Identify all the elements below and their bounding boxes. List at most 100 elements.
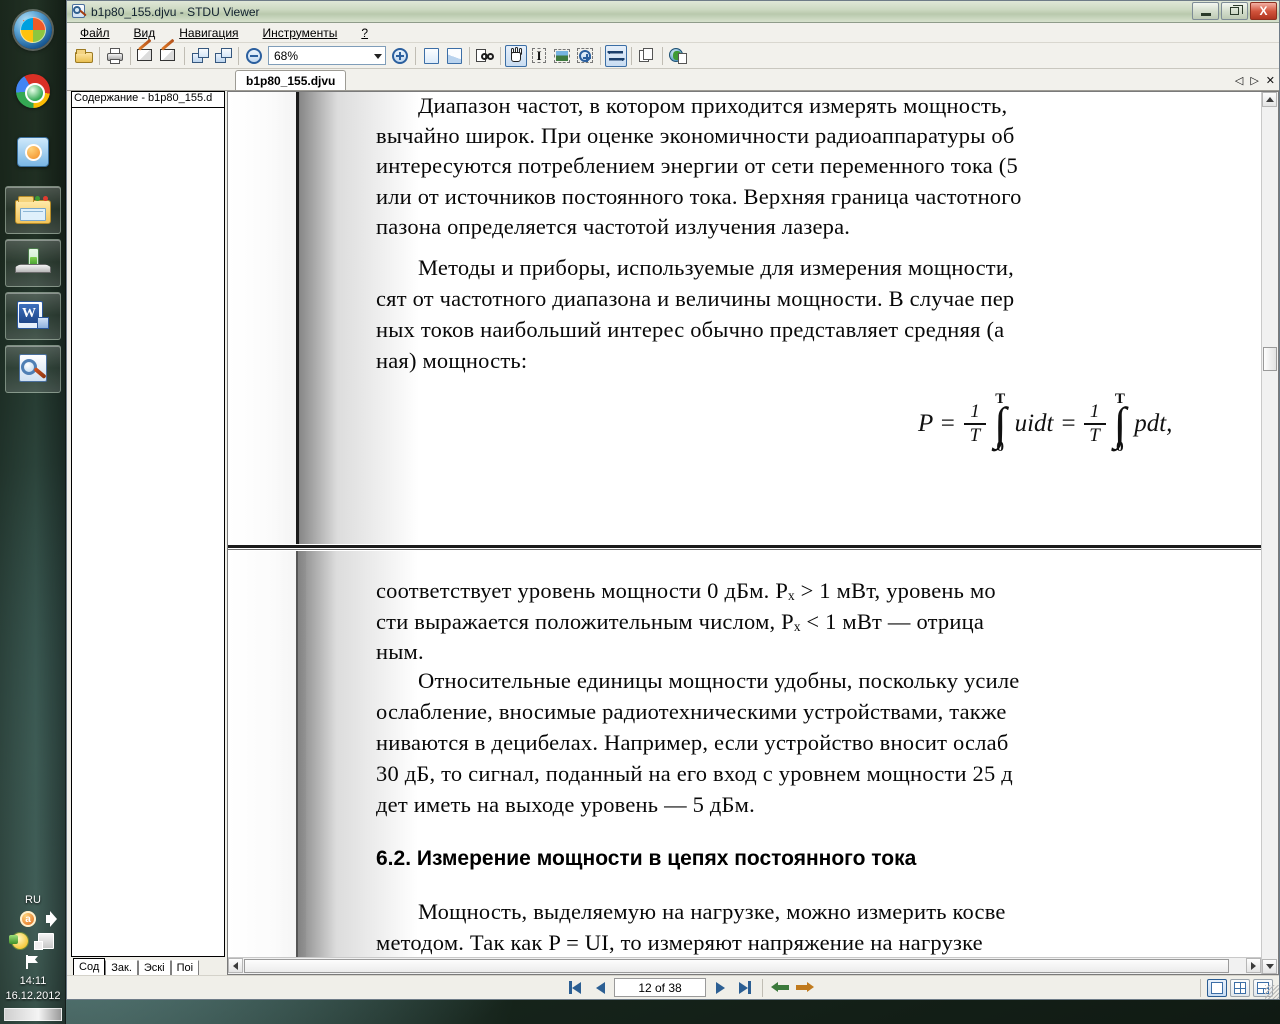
- messenger-icon[interactable]: [9, 933, 28, 949]
- fit-width-button[interactable]: [443, 45, 465, 67]
- taskbar-item-maxthon[interactable]: [0, 60, 66, 122]
- sidebar-contents-panel[interactable]: [71, 107, 225, 957]
- next-page-button[interactable]: [709, 978, 731, 998]
- restore-button[interactable]: [1221, 2, 1248, 20]
- sidebar-tabs: Сод Зак. Эскі Поі: [71, 957, 225, 975]
- taskbar-item-word[interactable]: W: [5, 292, 61, 340]
- start-orb-icon: [14, 11, 52, 49]
- binoculars-search-icon: [476, 48, 494, 63]
- view-split-button[interactable]: [1230, 978, 1250, 997]
- network-icon[interactable]: [34, 933, 54, 950]
- print-button[interactable]: [104, 45, 126, 67]
- first-page-button[interactable]: [564, 978, 586, 998]
- taskbar-item-explorer[interactable]: [5, 186, 61, 234]
- back-button[interactable]: [769, 978, 791, 998]
- rotate-right-icon: [160, 38, 178, 63]
- fit-width-icon: [446, 47, 462, 64]
- start-button[interactable]: [0, 0, 66, 60]
- menu-item-navigation[interactable]: Навигация: [176, 25, 241, 41]
- hand-tool-button[interactable]: [505, 44, 527, 67]
- fit-page-button[interactable]: [420, 45, 442, 67]
- taskbar-item-media-player[interactable]: [0, 122, 66, 182]
- scroll-down-button[interactable]: [1262, 959, 1277, 974]
- system-tray: RU 14:11 16.12.2012: [0, 891, 66, 1024]
- horizontal-scrollbar[interactable]: [228, 957, 1261, 974]
- antivirus-icon[interactable]: [20, 911, 36, 927]
- caret-up-icon: [1265, 97, 1274, 102]
- toolbar-separator: [500, 46, 501, 65]
- integral-sign: ∫: [993, 398, 1007, 449]
- page-indicator[interactable]: 12 of 38: [614, 978, 706, 997]
- app-green-icon: [15, 248, 51, 278]
- formula-integrand-1: uidt: [1014, 409, 1054, 437]
- zoom-select-button[interactable]: [574, 45, 596, 67]
- menu-item-tools[interactable]: Инструменты: [260, 25, 341, 41]
- tray-clock[interactable]: 14:11 16.12.2012: [0, 972, 66, 1004]
- rotate-left-button[interactable]: [135, 38, 157, 67]
- image-select-button[interactable]: [551, 45, 573, 67]
- prev-page-button[interactable]: [589, 978, 611, 998]
- flag-icon[interactable]: [25, 955, 41, 969]
- find-button[interactable]: [474, 45, 496, 67]
- sidebar-tab-search[interactable]: Поі: [170, 960, 200, 975]
- next-view-button[interactable]: [212, 45, 234, 67]
- document-page-top: Диапазон частот, в котором приходится из…: [228, 92, 1278, 544]
- zoom-combobox[interactable]: 68%: [268, 46, 386, 65]
- taskbar-quick-launch: W: [0, 0, 66, 395]
- menu-item-help[interactable]: ?: [358, 25, 371, 41]
- tray-time: 14:11: [19, 975, 47, 987]
- document-viewer[interactable]: Диапазон частот, в котором приходится из…: [227, 91, 1279, 975]
- browser-button[interactable]: [667, 45, 689, 67]
- forward-button[interactable]: [794, 978, 816, 998]
- vertical-scrollbar[interactable]: [1261, 92, 1278, 974]
- minimize-button[interactable]: [1192, 2, 1219, 20]
- close-button[interactable]: X: [1250, 2, 1277, 20]
- zoom-in-icon: [392, 47, 408, 64]
- sidebar-tab-thumbnails[interactable]: Эскі: [137, 960, 171, 975]
- hand-icon: [508, 46, 524, 64]
- last-page-button[interactable]: [734, 978, 756, 998]
- taskbar-item-stdu[interactable]: [5, 345, 61, 393]
- taskbar-item-app[interactable]: [5, 239, 61, 287]
- doc-line: 30 дБ, то сигнал, поданный на его вход с…: [376, 761, 1013, 786]
- copy-button[interactable]: [636, 45, 658, 67]
- open-button[interactable]: [73, 45, 95, 67]
- tab-document-0[interactable]: b1p80_155.djvu: [235, 70, 347, 90]
- tab-close-icon[interactable]: ✕: [1266, 76, 1275, 87]
- show-desktop-button[interactable]: [4, 1008, 62, 1021]
- doc-line: или от источников постоянного тока. Верх…: [376, 184, 1022, 209]
- title-bar[interactable]: b1p80_155.djvu - STDU Viewer X: [67, 1, 1279, 23]
- prev-view-button[interactable]: [189, 45, 211, 67]
- horizontal-scrollbar-thumb[interactable]: [244, 959, 1229, 973]
- vertical-scrollbar-thumb[interactable]: [1263, 347, 1277, 371]
- menu-item-view[interactable]: Вид: [131, 25, 159, 41]
- scroll-left-button[interactable]: [228, 958, 243, 973]
- tray-language[interactable]: RU: [0, 891, 66, 908]
- window-body: Содержание - b1p80_155.d Сод Зак. Эскі П…: [67, 91, 1279, 975]
- status-separator: [1200, 978, 1201, 997]
- document-page-bottom: соответствует уровень мощности 0 дБм. Pₓ…: [228, 551, 1278, 957]
- sidebar-tab-bookmarks[interactable]: Зак.: [105, 960, 138, 975]
- window-app-icon[interactable]: [71, 3, 87, 20]
- two-page-button[interactable]: [605, 44, 627, 67]
- scroll-right-button[interactable]: [1246, 958, 1261, 973]
- text-select-button[interactable]: [528, 45, 550, 67]
- doc-line: ным.: [376, 639, 424, 664]
- sidebar-tab-contents[interactable]: Сод: [73, 958, 106, 975]
- prev-page-icon: [595, 981, 605, 994]
- formula-integrand-2: pdt,: [1134, 409, 1173, 437]
- scroll-up-button[interactable]: [1262, 92, 1277, 107]
- zoom-out-button[interactable]: [243, 45, 265, 67]
- menu-item-file[interactable]: Файл: [77, 25, 113, 41]
- tab-scroll-left-icon[interactable]: ◁: [1235, 76, 1243, 87]
- chevron-down-icon[interactable]: [374, 54, 382, 59]
- resize-grip[interactable]: [1265, 985, 1279, 999]
- zoom-in-button[interactable]: [389, 45, 411, 67]
- rotate-right-button[interactable]: [158, 38, 180, 67]
- doc-line: ослабление, вносимые радиотехническими у…: [376, 699, 1007, 724]
- tab-scroll-right-icon[interactable]: ▷: [1250, 76, 1258, 87]
- doc-line: ная) мощность:: [376, 348, 528, 373]
- copy-icon: [639, 48, 655, 63]
- page-area[interactable]: Диапазон частот, в котором приходится из…: [228, 92, 1278, 974]
- view-single-button[interactable]: [1207, 978, 1227, 997]
